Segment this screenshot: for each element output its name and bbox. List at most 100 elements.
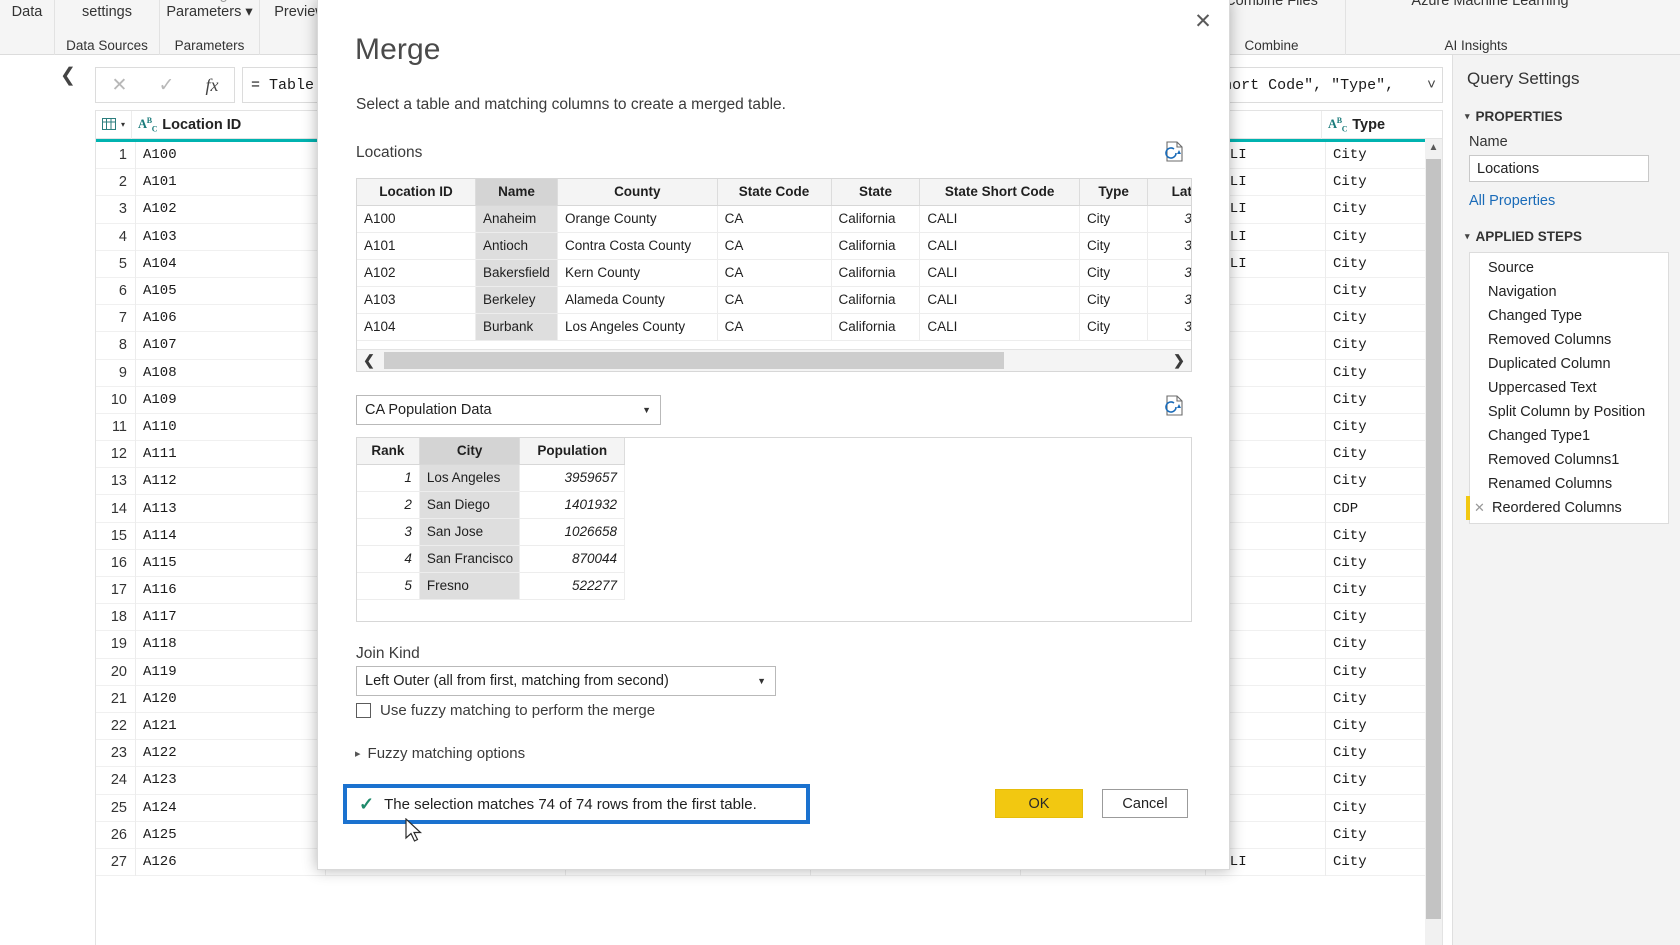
refresh-preview-icon-first[interactable] [1163,140,1189,164]
second-table-row[interactable]: 5Fresno522277 [357,572,625,599]
applied-steps-list: Source NavigationChanged Type Removed Colu… [1469,252,1669,524]
first-table-cell-lat: 34.18084 [1148,313,1192,340]
second-table-dropdown[interactable]: CA Population Data ▼ [356,395,661,425]
ribbon-cmd-0[interactable]: Data [12,0,43,23]
ribbon-cmd-12[interactable]: Combine Files [1225,0,1318,12]
applied-step-label: Source [1488,260,1534,276]
chevron-right-icon[interactable]: ❯ [1167,350,1191,371]
join-kind-dropdown[interactable]: Left Outer (all from first, matching fro… [356,666,776,696]
grid-col-location-id[interactable]: ABC Location ID [132,111,322,139]
grid-vertical-scrollbar[interactable]: ▲ [1425,139,1442,945]
table-corner-icon[interactable]: ▾ [96,111,132,139]
cell-location-id: A119 [136,658,326,685]
applied-step-item[interactable]: Removed Columns [1470,328,1668,352]
close-icon[interactable]: ✕ [112,74,128,97]
chevron-down-icon[interactable]: ˅ [1417,68,1436,102]
first-table-col-location-id[interactable]: Location ID [357,179,476,205]
second-table-cell-rank: 2 [357,491,419,518]
first-table-cell-loc: A102 [357,259,476,286]
ribbon-cmd-1[interactable]: settings [82,0,132,23]
fx-icon[interactable]: fx [205,75,218,96]
first-table-row[interactable]: A102BakersfieldKern CountyCACaliforniaCA… [357,259,1192,286]
cancel-button[interactable]: Cancel [1102,789,1188,818]
applied-step-item[interactable]: Duplicated Column [1470,352,1668,376]
hscroll-track[interactable] [381,350,1167,371]
second-table-row[interactable]: 3San Jose1026658 [357,518,625,545]
second-table-col-city[interactable]: City [419,438,520,464]
applied-step-label: Removed Columns [1488,332,1611,348]
first-table-cell-short: CALI [920,313,1080,340]
grid-col-type[interactable]: ABC Type [1322,111,1417,139]
ribbon-group-parameters[interactable]: Manage Parameters ▾ Parameters [160,0,260,55]
first-table-cell-lat: 33.83529 [1148,205,1192,232]
ribbon-group-enter-data[interactable]: Enter Data [0,0,55,55]
first-table-col-type[interactable]: Type [1079,179,1147,205]
scrollbar-thumb[interactable] [1426,159,1441,919]
chevron-down-icon-join[interactable]: ▼ [757,676,766,686]
second-table-col-rank[interactable]: Rank [357,438,419,464]
second-table-selected-value: CA Population Data [365,402,492,418]
fuzzy-matching-checkbox-row[interactable]: Use fuzzy matching to perform the merge [356,702,655,719]
first-table-cell-loc: A100 [357,205,476,232]
ribbon-label-1: Data Sources [66,38,148,53]
first-table-row[interactable]: A103BerkeleyAlameda CountyCACaliforniaCA… [357,286,1192,313]
collapse-triangle-icon-2: ▾ [1465,231,1470,242]
cell-type: City [1326,794,1421,821]
fuzzy-matching-checkbox[interactable] [356,703,371,718]
first-table-cell-name: Antioch [476,232,558,259]
hscroll-thumb[interactable] [384,352,1004,369]
applied-step-item[interactable]: Removed Columns1 [1470,448,1668,472]
applied-step-item[interactable]: Changed Type1 [1470,424,1668,448]
first-table-col-name[interactable]: Name [476,179,558,205]
properties-section-header[interactable]: ▾ PROPERTIES [1453,89,1680,124]
applied-step-item[interactable]: ✕Reordered Columns [1466,496,1668,520]
applied-step-item[interactable]: Changed Type [1470,304,1668,328]
second-table-cell-population: 870044 [520,545,625,572]
applied-step-label: Uppercased Text [1488,380,1597,396]
first-table-col-state-code[interactable]: State Code [717,179,831,205]
abc-type-icon: ABC [138,116,157,134]
ribbon-group-ai-insights[interactable]: Azure Machine Learning AI Insights [1346,0,1606,55]
second-table-cell-city: San Diego [419,491,520,518]
chevron-left-icon[interactable]: ❮ [357,350,381,371]
refresh-preview-icon-second[interactable] [1163,394,1189,418]
second-table-row[interactable]: 1Los Angeles3959657 [357,464,625,491]
ribbon-cmd-13[interactable]: Azure Machine Learning [1383,0,1568,12]
ok-button[interactable]: OK [995,789,1083,818]
second-table-col-population[interactable]: Population [520,438,625,464]
first-table-row[interactable]: A104BurbankLos Angeles CountyCACaliforni… [357,313,1192,340]
first-table-col-latitude[interactable]: Latitude [1148,179,1192,205]
ribbon-group-data-sources[interactable]: Data source settings Data Sources [55,0,160,55]
all-properties-link[interactable]: All Properties [1453,182,1680,209]
check-icon[interactable]: ✓ [158,74,174,97]
collapse-triangle-icon: ▾ [1465,111,1470,122]
row-number: 12 [96,441,136,468]
applied-step-item[interactable]: Renamed Columns [1470,472,1668,496]
applied-step-item[interactable]: Split Column by Position [1470,400,1668,424]
scroll-up-icon[interactable]: ▲ [1425,139,1442,156]
second-table-row[interactable]: 4San Francisco870044 [357,545,625,572]
row-number: 21 [96,685,136,712]
first-table-row[interactable]: A100AnaheimOrange CountyCACaliforniaCALI… [357,205,1192,232]
first-table-col-state-short-code[interactable]: State Short Code [920,179,1080,205]
applied-step-item[interactable]: Navigation [1470,280,1668,304]
applied-steps-section-header[interactable]: ▾ APPLIED STEPS [1453,209,1680,244]
chevron-down-icon-table2[interactable]: ▼ [642,405,651,415]
query-name-input[interactable]: Locations [1469,155,1649,182]
first-table-cell-name: Burbank [476,313,558,340]
query-settings-title: Query Settings [1453,55,1680,89]
applied-step-item[interactable]: Source [1470,256,1668,280]
close-icon[interactable]: ✕ [1186,6,1220,36]
first-table-cell-name: Anaheim [476,205,558,232]
ribbon-cmd-2[interactable]: Parameters ▾ [166,0,252,23]
first-table-col-state[interactable]: State [831,179,920,205]
fuzzy-matching-options-expander[interactable]: ▸ Fuzzy matching options [355,745,525,762]
first-table-row[interactable]: A101AntiochContra Costa CountyCACaliforn… [357,232,1192,259]
applied-step-item[interactable]: Uppercased Text [1470,376,1668,400]
cell-location-id: A114 [136,522,326,549]
first-table-hscrollbar[interactable]: ❮ ❯ [357,349,1191,371]
second-table-row[interactable]: 2San Diego1401932 [357,491,625,518]
delete-step-icon[interactable]: ✕ [1474,500,1486,516]
first-table-col-county[interactable]: County [558,179,718,205]
collapse-queries-pane-button[interactable]: ❮ [55,62,81,88]
